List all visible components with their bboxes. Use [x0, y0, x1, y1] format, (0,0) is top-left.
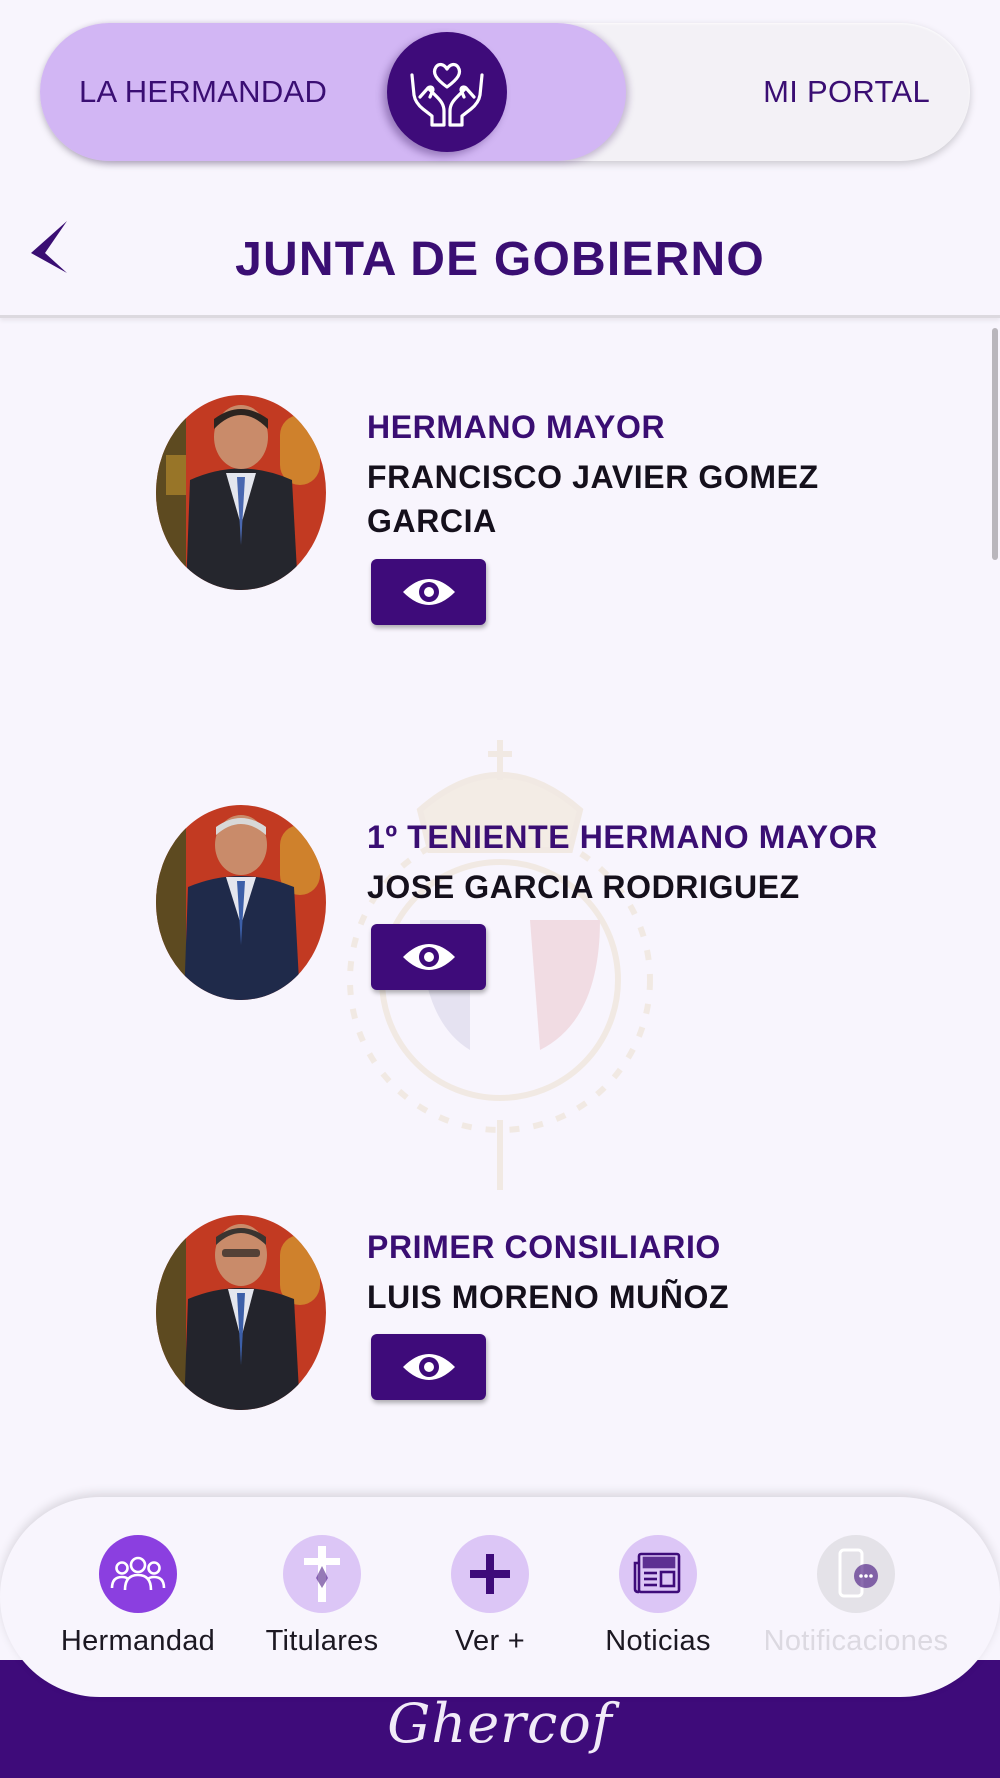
eye-icon: [402, 579, 455, 605]
nav-item-notificaciones[interactable]: Notificaciones: [756, 1535, 956, 1665]
member-name: JOSE GARCIA RODRIGUEZ: [367, 869, 800, 905]
page-header: JUNTA DE GOBIERNO: [0, 190, 1000, 318]
member-photo: [156, 395, 326, 590]
member-name: FRANCISCO JAVIER GOMEZ GARCIA: [367, 459, 819, 539]
bottom-navigation: Hermandad Titulares Ver + Noticias Notif…: [0, 1497, 1000, 1697]
nav-label: Hermandad: [60, 1625, 216, 1657]
nav-label: Noticias: [605, 1625, 711, 1657]
switch-label-la-hermandad[interactable]: LA HERMANDAD: [79, 23, 327, 161]
nav-label: Titulares: [265, 1625, 379, 1657]
newspaper-icon: [619, 1535, 697, 1613]
member-role: HERMANO MAYOR: [367, 409, 666, 445]
footer-logo: Ghercof: [387, 1692, 613, 1755]
member-card: HERMANO MAYOR FRANCISCO JAVIER GOMEZ GAR…: [0, 395, 1000, 625]
switch-label-mi-portal[interactable]: MI PORTAL: [763, 23, 930, 161]
eye-icon: [402, 944, 455, 970]
switch-knob[interactable]: [387, 32, 507, 152]
member-card: 1º TENIENTE HERMANO MAYOR JOSE GARCIA RO…: [0, 805, 1000, 1025]
eye-icon: [402, 1354, 455, 1380]
phone-chat-icon: [817, 1535, 895, 1613]
view-member-button[interactable]: [371, 559, 486, 625]
member-photo: [156, 1215, 326, 1410]
view-member-button[interactable]: [371, 924, 486, 990]
nav-item-hermandad[interactable]: Hermandad: [38, 1535, 238, 1665]
group-icon: [99, 1535, 177, 1613]
member-name: LUIS MORENO MUÑOZ: [367, 1279, 730, 1315]
nav-label: Notificaciones: [763, 1625, 949, 1657]
member-card: PRIMER CONSILIARIO LUIS MORENO MUÑOZ: [0, 1215, 1000, 1435]
section-switch[interactable]: LA HERMANDAD MI PORTAL: [40, 23, 970, 161]
cross-icon: [283, 1535, 361, 1613]
member-photo: [156, 805, 326, 1000]
hands-heart-icon: [410, 62, 484, 127]
member-role: 1º TENIENTE HERMANO MAYOR: [367, 819, 878, 855]
view-member-button[interactable]: [371, 1334, 486, 1400]
nav-item-noticias[interactable]: Noticias: [558, 1535, 758, 1665]
page-title: JUNTA DE GOBIERNO: [235, 233, 765, 286]
nav-label: Ver +: [454, 1625, 526, 1657]
plus-icon: [451, 1535, 529, 1613]
member-role: PRIMER CONSILIARIO: [367, 1229, 721, 1265]
